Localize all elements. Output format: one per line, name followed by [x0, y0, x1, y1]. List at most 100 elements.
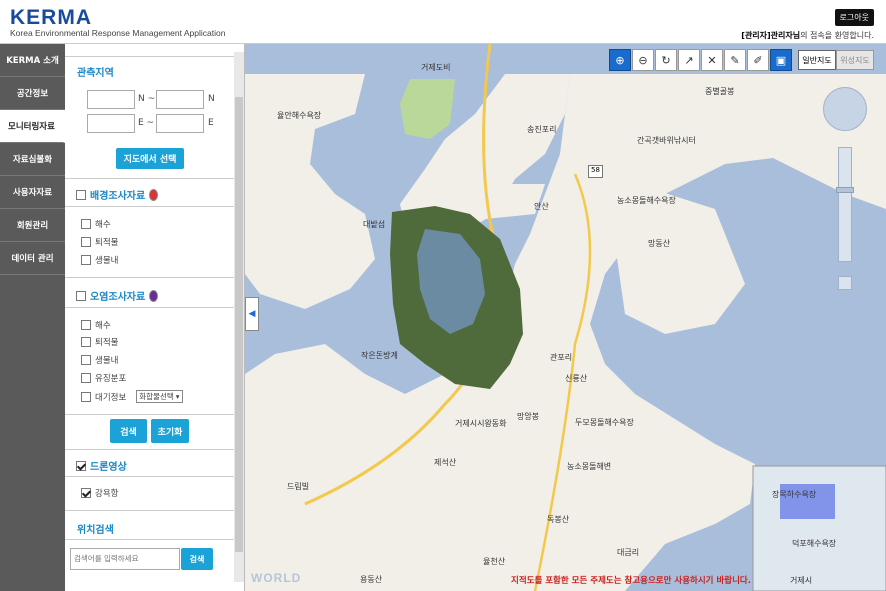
map-label-1: 율안해수욕장	[277, 111, 322, 120]
reset-button[interactable]: 초기화	[151, 419, 189, 443]
normal-map-button[interactable]: 일반지도	[798, 50, 836, 70]
nav-item-monitoring[interactable]: 모니터링자료	[0, 110, 65, 143]
bg-biota-checkbox[interactable]	[81, 255, 91, 265]
bg-sediment-checkbox[interactable]	[81, 237, 91, 247]
pol-oil-checkbox[interactable]	[81, 373, 91, 383]
map-label-14: 두모몽돌해수욕장	[575, 418, 634, 427]
measure-button[interactable]: ✎	[724, 49, 746, 71]
chevron-down-icon: ▾	[175, 392, 180, 401]
scroll-thumb[interactable]	[235, 97, 243, 552]
bg-sediment-label: 퇴적물	[95, 238, 119, 248]
edit-button[interactable]: ✐	[747, 49, 769, 71]
map-view[interactable]: 거제도비 율안해수욕장 송진포리 중별골봉 간곡갯바위낚시터 대밭섬 안산 농소…	[245, 44, 886, 591]
map-base	[245, 44, 886, 591]
map-label-5: 대밭섬	[363, 220, 386, 229]
map-label-21: 대금리	[617, 548, 640, 557]
satellite-map-button[interactable]: 위성지도	[836, 50, 874, 70]
map-label-6: 안산	[534, 202, 549, 211]
print-icon: ▣	[775, 53, 787, 67]
full-extent-button[interactable]: ✕	[701, 49, 723, 71]
full-extent-icon: ✕	[707, 53, 717, 67]
nav-item-user-data[interactable]: 사용자자료	[0, 176, 65, 209]
map-label-11: 신룡산	[565, 374, 588, 383]
app-logo[interactable]: KERMA	[10, 6, 92, 30]
map-label-15: 제석산	[434, 458, 457, 467]
compound-select[interactable]: 화합물선택 ▾	[136, 390, 183, 403]
nav-item-spatial-info[interactable]: 공간정보	[0, 77, 65, 110]
panel-toggle-button[interactable]: ◀	[245, 297, 259, 331]
nav-item-kerma-intro[interactable]: KERMA 소개	[0, 44, 65, 77]
map-label-13: 거제시시왕동화	[455, 419, 507, 428]
bg-seawater-label: 해수	[95, 220, 111, 230]
share-button[interactable]: ↗	[678, 49, 700, 71]
welcome-text: 의 접속을 환영합니다.	[800, 31, 874, 40]
zoom-in-button[interactable]: ⊕	[609, 49, 631, 71]
lat-from-input[interactable]	[87, 90, 135, 109]
map-label-0: 거제도비	[421, 63, 451, 72]
map-label-17: 드림빌	[287, 482, 310, 491]
pol-air-label: 대기정보	[95, 392, 127, 403]
pol-sediment-checkbox[interactable]	[81, 337, 91, 347]
map-label-3: 중별골봉	[705, 87, 735, 96]
main-nav: KERMA 소개 공간정보 모니터링자료 자료심볼화 사용자자료 회원관리 데이…	[0, 44, 65, 591]
refresh-icon: ↻	[661, 53, 671, 67]
drone-checkbox[interactable]	[76, 460, 86, 471]
pencil-icon: ✎	[730, 53, 740, 67]
edit-icon: ✐	[753, 53, 763, 67]
nav-item-symbolization[interactable]: 자료심볼화	[0, 143, 65, 176]
chevron-left-icon: ◀	[248, 309, 256, 319]
lat-separator: N ~	[138, 94, 156, 104]
red-marker-icon	[149, 188, 159, 201]
nav-item-members[interactable]: 회원관리	[0, 209, 65, 242]
bg-survey-label: 배경조사자료	[90, 191, 146, 202]
drone-item-label: 강욕항	[95, 489, 119, 499]
welcome-role: [관리자]관리자님	[741, 31, 801, 40]
drone-item-checkbox[interactable]	[81, 488, 91, 498]
logout-button[interactable]: 로그아웃	[834, 9, 874, 26]
pol-seawater-label: 해수	[95, 321, 111, 331]
zoom-in-icon: ⊕	[615, 53, 625, 67]
map-watermark: WORLD	[251, 571, 302, 585]
pol-biota-label: 생물내	[95, 356, 119, 366]
panel-scrollbar[interactable]	[234, 52, 244, 582]
pol-air-checkbox[interactable]	[81, 391, 91, 402]
compound-select-value: 화합물선택	[139, 392, 174, 401]
bg-biota-label: 생물내	[95, 256, 119, 266]
pol-biota-checkbox[interactable]	[81, 355, 91, 365]
lon-to-input[interactable]	[156, 114, 204, 133]
bg-seawater-checkbox[interactable]	[81, 219, 91, 229]
region-title: 관측지역	[77, 68, 114, 79]
pan-control[interactable]	[823, 87, 867, 131]
print-button[interactable]: ▣	[770, 49, 792, 71]
map-label-10: 관포리	[550, 353, 573, 362]
purple-marker-icon	[149, 289, 159, 302]
map-label-20: 용동산	[360, 575, 383, 584]
pollution-survey-checkbox[interactable]	[76, 290, 86, 301]
lon-from-input[interactable]	[87, 114, 135, 133]
location-search-button[interactable]: 검색	[181, 548, 213, 570]
location-search-input[interactable]: 검색어를 입력하세요	[70, 548, 180, 570]
map-label-9: 작은돈방계	[361, 351, 398, 360]
search-button[interactable]: 검색	[110, 419, 147, 443]
bg-survey-checkbox[interactable]	[76, 189, 86, 200]
welcome-message: [관리자]관리자님의 접속을 환영합니다.	[741, 30, 874, 41]
select-on-map-button[interactable]: 지도에서 선택	[116, 148, 184, 169]
pol-seawater-checkbox[interactable]	[81, 320, 91, 330]
road-number-badge: 58	[588, 165, 603, 178]
refresh-button[interactable]: ↻	[655, 49, 677, 71]
app-subtitle: Korea Environmental Response Management …	[10, 28, 226, 38]
share-icon: ↗	[684, 53, 694, 67]
lat-to-input[interactable]	[156, 90, 204, 109]
reset-view-button[interactable]	[838, 276, 852, 290]
map-label-16: 농소몽돌해변	[567, 462, 612, 471]
map-label-22: 장목하수욕장	[772, 490, 817, 499]
lon-separator: E ~	[138, 118, 155, 128]
zoom-slider-handle[interactable]	[836, 187, 854, 193]
zoom-out-icon: ⊖	[638, 53, 648, 67]
zoom-out-button[interactable]: ⊖	[632, 49, 654, 71]
search-panel: 관측지역 N ~ N E ~ E 지도에서 선택 배경조사자료 해수 퇴적물 생…	[65, 44, 245, 591]
nav-item-data-management[interactable]: 데이터 관리	[0, 242, 65, 275]
map-label-2: 송진포리	[527, 125, 557, 134]
zoom-slider[interactable]	[838, 147, 852, 262]
app-header: KERMA Korea Environmental Response Manag…	[0, 0, 886, 44]
